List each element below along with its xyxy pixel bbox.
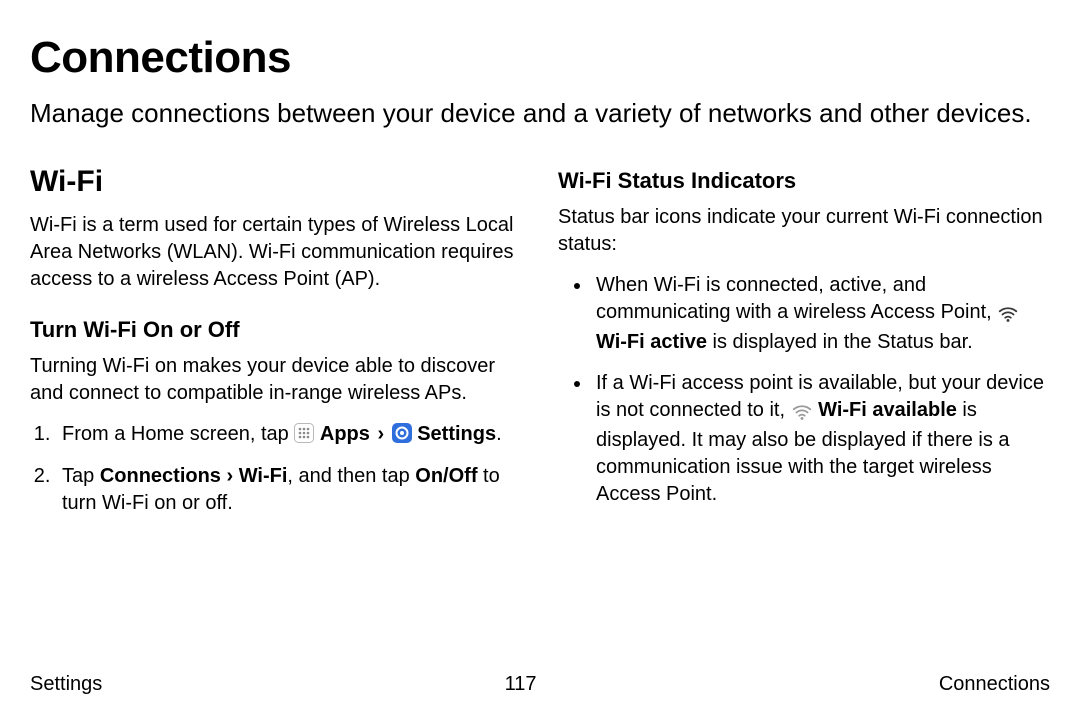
wifi-description: Wi-Fi is a term used for certain types o…	[30, 212, 522, 293]
content-columns: Wi-Fi Wi-Fi is a term used for certain t…	[30, 162, 1050, 529]
left-column: Wi-Fi Wi-Fi is a term used for certain t…	[30, 162, 522, 529]
wifi-available-label: Wi-Fi available	[818, 399, 957, 421]
step-1: From a Home screen, tap Apps › Settings.	[56, 421, 522, 451]
step-2-bold-a: Connections › Wi-Fi	[100, 465, 288, 487]
footer-right: Connections	[939, 671, 1050, 698]
wifi-heading: Wi-Fi	[30, 162, 522, 203]
step-2-text-a: Tap	[62, 465, 100, 487]
status-item-available: If a Wi-Fi access point is available, bu…	[592, 370, 1050, 508]
settings-label: Settings	[417, 423, 496, 445]
apps-label: Apps	[320, 423, 370, 445]
page-intro: Manage connections between your device a…	[30, 97, 1050, 130]
step-2: Tap Connections › Wi-Fi, and then tap On…	[56, 463, 522, 517]
status-list: When Wi-Fi is connected, active, and com…	[558, 272, 1050, 508]
turn-wifi-description: Turning Wi-Fi on makes your device able …	[30, 353, 522, 407]
status-active-text-a: When Wi-Fi is connected, active, and com…	[596, 274, 997, 323]
wifi-available-icon	[791, 400, 813, 427]
step-2-bold-b: On/Off	[415, 465, 477, 487]
turn-wifi-heading: Turn Wi-Fi On or Off	[30, 315, 522, 345]
step-2-text-b: , and then tap	[287, 465, 415, 487]
footer-left: Settings	[30, 671, 102, 698]
step-1-end: .	[496, 423, 502, 445]
steps-list: From a Home screen, tap Apps › Settings.…	[30, 421, 522, 517]
footer-page-number: 117	[505, 671, 537, 698]
page-footer: Settings 117 Connections	[30, 671, 1050, 698]
apps-icon	[294, 423, 314, 451]
status-item-active: When Wi-Fi is connected, active, and com…	[592, 272, 1050, 356]
right-column: Wi-Fi Status Indicators Status bar icons…	[558, 162, 1050, 529]
step-1-text-a: From a Home screen, tap	[62, 423, 294, 445]
wifi-active-label: Wi-Fi active	[596, 331, 707, 353]
settings-icon	[392, 423, 412, 451]
page-title: Connections	[30, 28, 1050, 87]
wifi-active-icon	[997, 302, 1019, 329]
breadcrumb-chevron: ›	[375, 423, 391, 445]
wifi-status-intro: Status bar icons indicate your current W…	[558, 204, 1050, 258]
status-active-text-b: is displayed in the Status bar.	[707, 331, 973, 353]
wifi-status-heading: Wi-Fi Status Indicators	[558, 166, 1050, 196]
